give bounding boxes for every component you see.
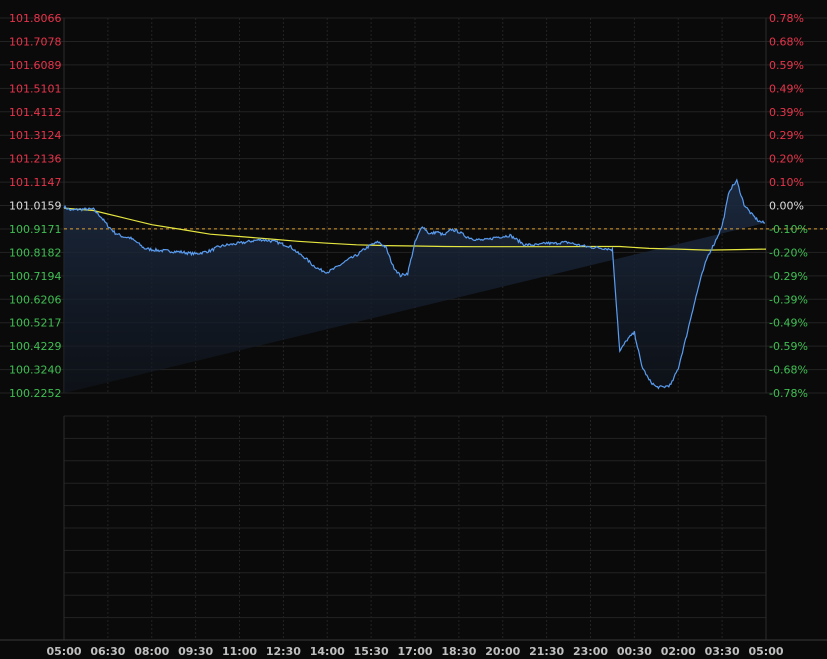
x-tick-label: 14:00 <box>310 645 345 658</box>
y-tick-label-left: 100.2252 <box>9 387 62 400</box>
y-tick-label-left: 101.7078 <box>9 35 62 48</box>
x-tick-label: 02:00 <box>661 645 696 658</box>
y-tick-label-right: 0.20% <box>769 153 804 166</box>
x-tick-label: 03:30 <box>705 645 740 658</box>
y-axis-right: 0.78% 0.68% 0.59% 0.49% 0.39% 0.29% 0.20% 0.10%… <box>769 12 808 400</box>
y-tick-label-left: 100.8182 <box>9 246 62 259</box>
x-tick-label: 06:30 <box>90 645 125 658</box>
y-tick-label-left: 100.7194 <box>9 270 62 283</box>
y-tick-label-right: -0.29% <box>769 270 808 283</box>
price-chart: 101.8066 101.7078 101.6089 101.5101 101.4112… <box>0 12 827 658</box>
y-tick-label-left: 101.3124 <box>9 129 62 142</box>
x-tick-label: 20:00 <box>485 645 520 658</box>
x-tick-label: 23:00 <box>573 645 608 658</box>
y-tick-label-left: 101.4112 <box>9 106 62 119</box>
y-tick-label-right: -0.49% <box>769 317 808 330</box>
y-tick-label-right: 0.49% <box>769 82 804 95</box>
y-tick-label-right: 0.39% <box>769 106 804 119</box>
y-tick-label-right: -0.20% <box>769 246 808 259</box>
y-tick-label-left: 101.2136 <box>9 153 62 166</box>
y-tick-label-right: -0.59% <box>769 340 808 353</box>
y-tick-label-right: -0.10% <box>769 223 808 236</box>
x-tick-label: 18:30 <box>441 645 476 658</box>
y-tick-label-left: 101.6089 <box>9 59 62 72</box>
x-tick-label: 21:30 <box>529 645 564 658</box>
y-tick-label-right: 0.59% <box>769 59 804 72</box>
y-tick-label-right: -0.68% <box>769 364 808 377</box>
y-tick-label-left: 101.1147 <box>9 176 62 189</box>
y-tick-label-left: 100.9171 <box>9 223 62 236</box>
x-tick-label: 09:30 <box>178 645 213 658</box>
x-tick-label: 12:30 <box>266 645 301 658</box>
y-tick-label-right: 0.78% <box>769 12 804 25</box>
y-tick-label-left: 100.4229 <box>9 340 62 353</box>
y-tick-label-right: 0.68% <box>769 35 804 48</box>
x-tick-label: 11:00 <box>222 645 257 658</box>
y-tick-label-right: -0.39% <box>769 293 808 306</box>
x-axis: 05:00 06:30 08:00 09:30 11:00 12:30 14:00 15:30… <box>46 645 783 658</box>
y-axis-left: 101.8066 101.7078 101.6089 101.5101 101.4112… <box>9 12 62 400</box>
x-tick-label: 00:30 <box>617 645 652 658</box>
y-tick-label-left: 101.5101 <box>9 82 62 95</box>
y-tick-label-left: 101.0159 <box>9 200 62 213</box>
x-tick-label: 17:00 <box>397 645 432 658</box>
y-tick-label-right: -0.78% <box>769 387 808 400</box>
y-tick-label-right: 0.29% <box>769 129 804 142</box>
y-tick-label-right: 0.10% <box>769 176 804 189</box>
y-tick-label-right: 0.00% <box>769 200 804 213</box>
x-tick-label: 05:00 <box>748 645 783 658</box>
y-tick-label-left: 101.8066 <box>9 12 62 25</box>
x-tick-label: 05:00 <box>46 645 81 658</box>
y-tick-label-left: 100.5217 <box>9 317 62 330</box>
x-tick-label: 08:00 <box>134 645 169 658</box>
y-tick-label-left: 100.6206 <box>9 293 62 306</box>
y-tick-label-left: 100.3240 <box>9 364 62 377</box>
x-tick-label: 15:30 <box>354 645 389 658</box>
